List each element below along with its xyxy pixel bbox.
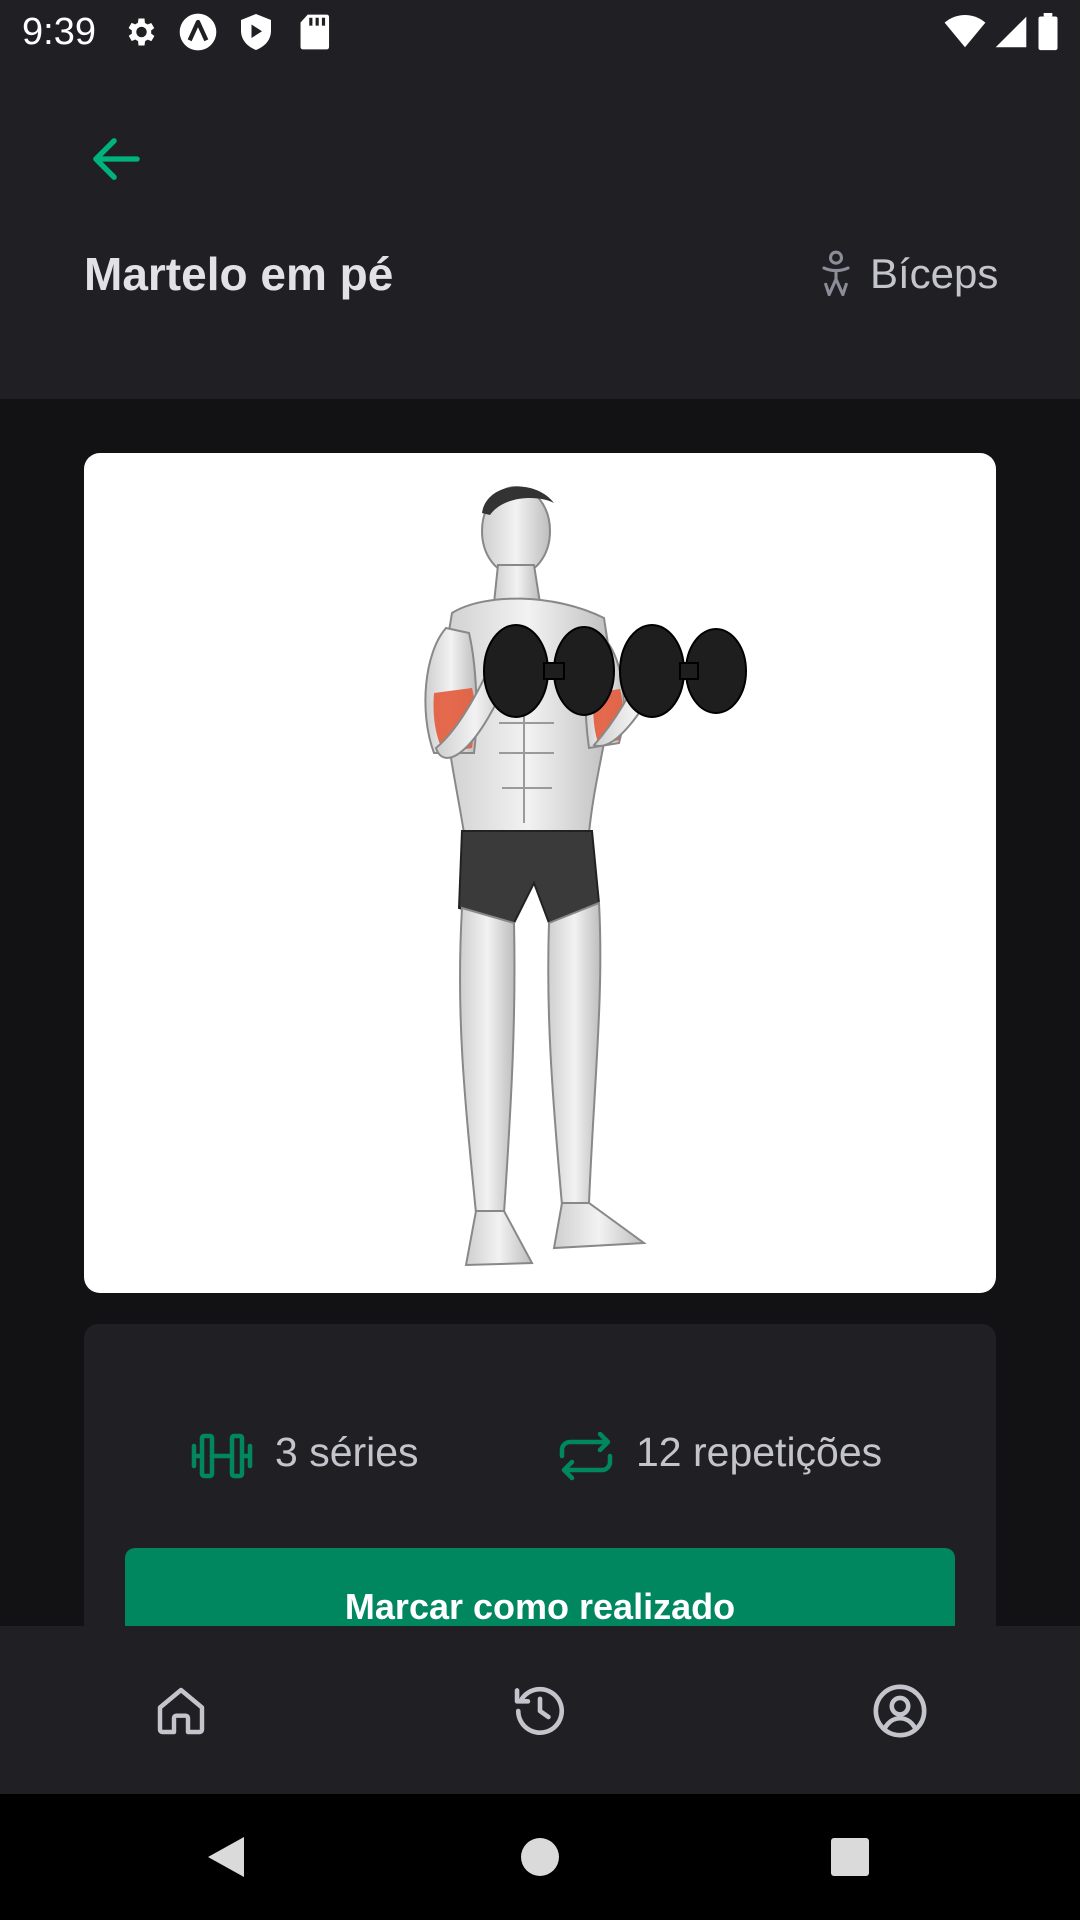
- status-time: 9:39: [22, 11, 96, 53]
- tab-history[interactable]: [505, 1676, 575, 1746]
- tab-profile[interactable]: [865, 1676, 935, 1746]
- settings-gear-icon: [118, 10, 162, 54]
- muscle-group-label: Bíceps: [870, 250, 999, 297]
- exercise-image: [84, 453, 996, 1293]
- exercise-info-card: 3 séries 12 repetições Marcar como reali…: [84, 1324, 996, 1664]
- series-text: 3 séries: [275, 1429, 419, 1475]
- body-person-icon: [822, 250, 850, 297]
- home-circle-icon: [521, 1838, 559, 1876]
- exercise-title: Martelo em pé: [84, 248, 394, 300]
- system-home-button[interactable]: [510, 1827, 570, 1887]
- tab-home[interactable]: [146, 1676, 216, 1746]
- a-circle-icon: [176, 10, 220, 54]
- hammer-curl-illustration: [424, 486, 747, 1267]
- sd-card-icon: [292, 10, 336, 54]
- home-icon: [157, 1687, 205, 1735]
- system-back-button[interactable]: [196, 1827, 256, 1887]
- bottom-tab-bar: [0, 1626, 1080, 1794]
- shield-play-icon: [234, 10, 278, 54]
- arrow-left-icon: [93, 138, 140, 180]
- system-navigation-bar: [0, 1794, 1080, 1920]
- back-triangle-icon: [208, 1837, 244, 1877]
- battery-icon: [1032, 10, 1064, 54]
- reps-text: 12 repetições: [636, 1429, 883, 1475]
- status-bar: 9:39: [0, 0, 1080, 66]
- profile-icon: [873, 1684, 927, 1738]
- barbell-icon: [191, 1433, 253, 1479]
- system-recents-button[interactable]: [820, 1827, 880, 1887]
- back-button[interactable]: [85, 128, 147, 190]
- cell-signal-icon: [990, 10, 1032, 54]
- recents-square-icon: [831, 1838, 869, 1876]
- repeat-icon: [559, 1431, 613, 1481]
- exercise-header: [0, 66, 1080, 399]
- history-icon: [514, 1686, 564, 1735]
- wifi-icon: [942, 10, 988, 54]
